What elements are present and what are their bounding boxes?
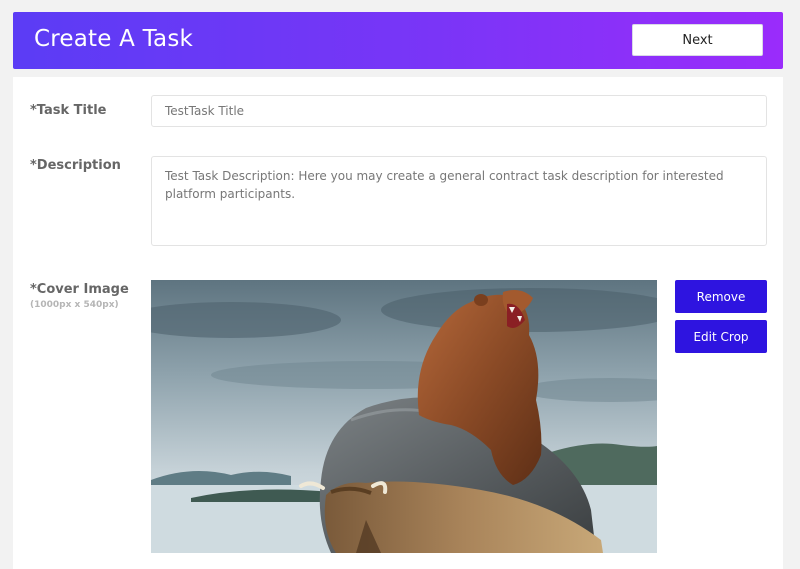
remove-image-button[interactable]: Remove — [675, 280, 767, 313]
cover-image-size-hint: (1000px x 540px) — [30, 300, 119, 310]
edit-crop-button[interactable]: Edit Crop — [675, 320, 767, 353]
cover-image-preview — [151, 280, 657, 553]
page-title: Create A Task — [34, 26, 194, 52]
task-form: *Task Title TestTask Title *Description … — [13, 77, 783, 569]
description-label: *Description — [30, 158, 121, 173]
page-header: Create A Task Next — [13, 12, 783, 69]
next-button[interactable]: Next — [632, 24, 763, 56]
description-textarea[interactable]: Test Task Description: Here you may crea… — [151, 156, 767, 246]
task-title-input[interactable]: TestTask Title — [151, 95, 767, 127]
task-title-label: *Task Title — [30, 103, 107, 118]
cover-image-label: *Cover Image — [30, 282, 129, 297]
cover-image — [151, 280, 657, 553]
